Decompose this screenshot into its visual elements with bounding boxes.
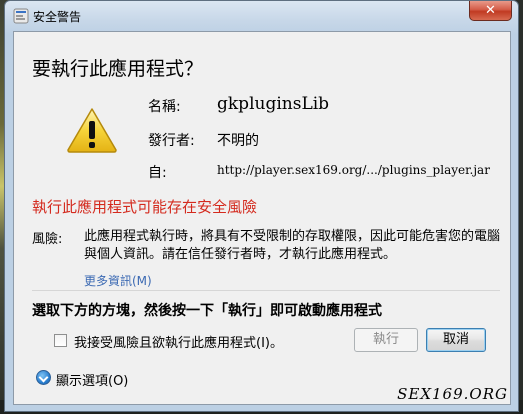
security-warning-window: 安全警告 ✕ 要執行此應用程式？ 名稱: gkpluginsLib 發行者: 不… [4, 0, 519, 412]
dialog-body: 要執行此應用程式？ 名稱: gkpluginsLib 發行者: 不明的 自: h… [13, 31, 511, 405]
more-info-link[interactable]: 更多資訊(M) [84, 272, 152, 289]
publisher-value: 不明的 [217, 133, 259, 149]
close-button[interactable]: ✕ [469, 1, 512, 21]
cancel-button[interactable]: 取消 [426, 328, 486, 352]
run-button[interactable]: 執行 [354, 328, 418, 352]
from-value: http://player.sex169.org/.../plugins_pla… [217, 163, 490, 177]
name-value: gkpluginsLib [217, 94, 330, 114]
title-bar[interactable]: 安全警告 ✕ [5, 1, 518, 31]
warning-triangle-icon [67, 108, 117, 153]
risk-description: 此應用程式執行時，將具有不受限制的存取權限，因此可能危害您的電腦與個人資訊。請在… [84, 229, 501, 262]
accept-risk-checkbox[interactable] [54, 334, 67, 347]
publisher-label: 發行者: [148, 133, 195, 149]
accept-risk-label[interactable]: 我接受風險且欲執行此應用程式(I)。 [74, 332, 283, 351]
window-title: 安全警告 [33, 10, 82, 24]
from-label: 自: [148, 165, 167, 181]
show-options-label[interactable]: 顯示選項(O) [56, 370, 128, 389]
instruction-text: 選取下方的方塊，然後按一下「執行」即可啟動應用程式 [32, 303, 382, 319]
divider [32, 290, 500, 291]
dialog-heading: 要執行此應用程式？ [32, 58, 204, 80]
watermark: SEX169.ORG [397, 385, 508, 403]
chevron-down-circle-icon[interactable] [36, 370, 51, 385]
shield-icon [13, 8, 29, 24]
risk-label: 風險: [32, 232, 63, 247]
name-label: 名稱: [148, 99, 181, 115]
risk-title: 執行此應用程式可能存在安全風險 [32, 198, 258, 216]
